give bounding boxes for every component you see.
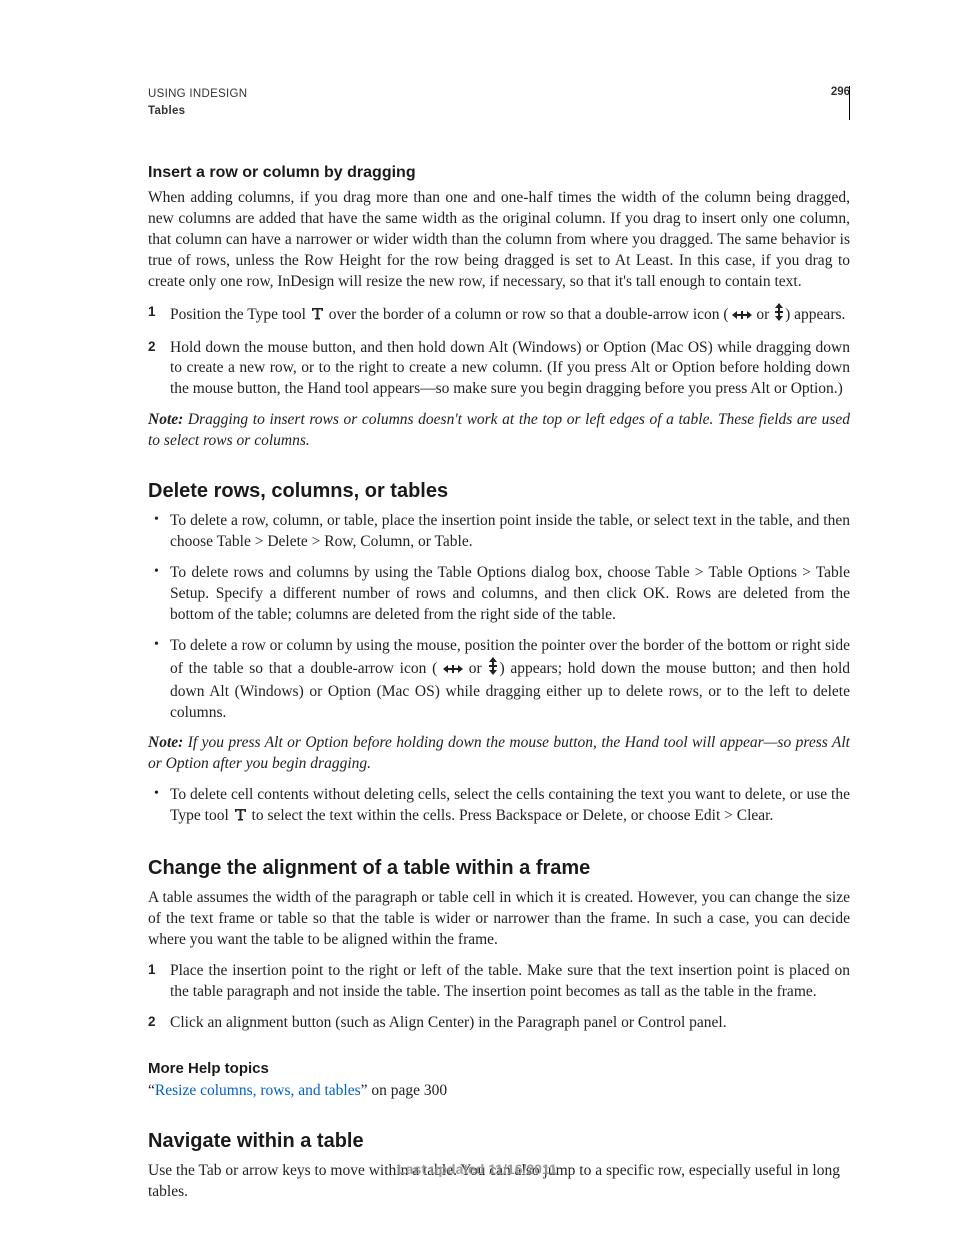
- quote-open: “: [148, 1082, 155, 1099]
- running-header: USING INDESIGN Tables 296: [148, 86, 850, 120]
- list-item: To delete cell contents without deleting…: [148, 785, 850, 829]
- list-item: To delete rows and columns by using the …: [148, 563, 850, 626]
- step-item: Place the insertion point to the right o…: [148, 961, 850, 1003]
- horizontal-double-arrow-icon: [732, 307, 752, 328]
- header-left: USING INDESIGN Tables: [148, 86, 247, 119]
- xref-link-resize[interactable]: Resize columns, rows, and tables: [155, 1082, 361, 1099]
- xref-line: “Resize columns, rows, and tables” on pa…: [148, 1081, 850, 1102]
- note-label: Note:: [148, 411, 183, 428]
- step-text: or: [752, 306, 773, 323]
- note-text: Dragging to insert rows or columns doesn…: [148, 411, 850, 449]
- step-text: Click an alignment button (such as Align…: [170, 1014, 727, 1031]
- header-rule: [849, 86, 850, 120]
- steps-insert: Position the Type tool over the border o…: [148, 303, 850, 401]
- vertical-double-arrow-icon: [487, 657, 499, 682]
- heading-delete: Delete rows, columns, or tables: [148, 480, 850, 503]
- bullets-delete-2: To delete cell contents without deleting…: [148, 785, 850, 829]
- step-text: Position the Type tool: [170, 306, 310, 323]
- step-text: over the border of a column or row so th…: [325, 306, 733, 323]
- horizontal-double-arrow-icon: [443, 661, 463, 682]
- type-tool-icon: [233, 807, 248, 829]
- list-text: To delete rows and columns by using the …: [170, 564, 850, 623]
- header-section: Tables: [148, 103, 247, 120]
- bullets-delete: To delete a row, column, or table, place…: [148, 511, 850, 723]
- list-text: or: [463, 660, 487, 677]
- note: Note: Dragging to insert rows or columns…: [148, 410, 850, 452]
- paragraph: When adding columns, if you drag more th…: [148, 188, 850, 293]
- step-text: ) appears.: [785, 306, 845, 323]
- type-tool-icon: [310, 306, 325, 328]
- step-item: Click an alignment button (such as Align…: [148, 1013, 850, 1034]
- header-product: USING INDESIGN: [148, 86, 247, 103]
- xref-rest: ” on page 300: [361, 1082, 448, 1099]
- steps-alignment: Place the insertion point to the right o…: [148, 961, 850, 1034]
- page-number: 296: [831, 86, 850, 98]
- heading-navigate: Navigate within a table: [148, 1130, 850, 1153]
- page: USING INDESIGN Tables 296 Insert a row o…: [0, 0, 954, 1235]
- list-text: to select the text within the cells. Pre…: [248, 807, 774, 824]
- step-text: Hold down the mouse button, and then hol…: [170, 339, 850, 398]
- heading-alignment: Change the alignment of a table within a…: [148, 857, 850, 880]
- footer-updated: Last updated 11/16/2011: [0, 1161, 954, 1177]
- step-item: Position the Type tool over the border o…: [148, 303, 850, 328]
- list-item: To delete a row, column, or table, place…: [148, 511, 850, 553]
- list-text: To delete a row, column, or table, place…: [170, 512, 850, 550]
- list-item: To delete a row or column by using the m…: [148, 636, 850, 724]
- step-text: Place the insertion point to the right o…: [170, 962, 850, 1000]
- more-help-heading: More Help topics: [148, 1060, 850, 1077]
- note: Note: If you press Alt or Option before …: [148, 733, 850, 775]
- vertical-double-arrow-icon: [773, 303, 785, 328]
- note-text: If you press Alt or Option before holdin…: [148, 734, 850, 772]
- step-item: Hold down the mouse button, and then hol…: [148, 338, 850, 401]
- paragraph: A table assumes the width of the paragra…: [148, 888, 850, 951]
- note-label: Note:: [148, 734, 183, 751]
- heading-insert-row-column: Insert a row or column by dragging: [148, 164, 850, 182]
